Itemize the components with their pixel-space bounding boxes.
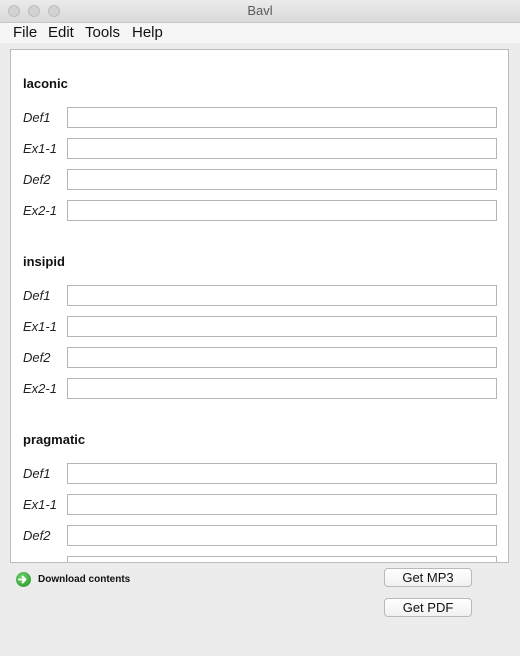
- field-label: Def1: [23, 288, 51, 303]
- field-input[interactable]: [67, 107, 497, 128]
- field-label: Def1: [23, 466, 51, 481]
- get-pdf-button[interactable]: Get PDF: [384, 598, 472, 617]
- field-row: Ex2-1: [11, 200, 508, 222]
- field-input[interactable]: [67, 347, 497, 368]
- field-row: Ex2-1: [11, 378, 508, 400]
- word-heading: laconic: [23, 76, 68, 91]
- field-label: Ex2-1: [23, 381, 57, 396]
- field-input[interactable]: [67, 463, 497, 484]
- menu-file[interactable]: File: [13, 24, 37, 41]
- field-label: Ex1-1: [23, 497, 57, 512]
- field-input[interactable]: [67, 494, 497, 515]
- menu-tools[interactable]: Tools: [85, 24, 120, 41]
- field-row: Def1: [11, 463, 508, 485]
- word-heading: pragmatic: [23, 432, 86, 447]
- download-arrow-icon: [16, 572, 31, 587]
- window-title: Bavl: [247, 3, 273, 18]
- field-row: Ex1-1: [11, 138, 508, 160]
- field-input[interactable]: [67, 138, 497, 159]
- field-label: Ex1-1: [23, 319, 57, 334]
- word-heading: insipid: [23, 254, 65, 269]
- field-row: Def1: [11, 285, 508, 307]
- download-label: Download contents: [38, 574, 131, 585]
- field-label: Ex2-1: [23, 203, 57, 218]
- field-label: Def1: [23, 110, 51, 125]
- field-input[interactable]: [67, 200, 497, 221]
- menu-help[interactable]: Help: [132, 24, 163, 41]
- words-panel[interactable]: laconic Def1 Ex1-1 Def2 Ex2-1 insipid Def1 Ex1-…: [10, 49, 509, 563]
- field-row: Ex1-1: [11, 316, 508, 338]
- title-bar: Bavl: [0, 0, 520, 23]
- field-label: Ex2-1: [23, 559, 57, 562]
- field-input[interactable]: [67, 556, 497, 562]
- field-row: Def1: [11, 107, 508, 129]
- field-label: Def2: [23, 528, 51, 543]
- field-input[interactable]: [67, 378, 497, 399]
- field-label: Def2: [23, 350, 51, 365]
- field-row: Ex2-1: [11, 556, 508, 562]
- menu-bar: File Edit Tools Help: [0, 23, 520, 43]
- get-mp3-button[interactable]: Get MP3: [384, 568, 472, 587]
- field-row: Def2: [11, 169, 508, 191]
- field-input[interactable]: [67, 169, 497, 190]
- field-input[interactable]: [67, 525, 497, 546]
- field-label: Ex1-1: [23, 141, 57, 156]
- field-row: Def2: [11, 347, 508, 369]
- field-input[interactable]: [67, 285, 497, 306]
- field-row: Ex1-1: [11, 494, 508, 516]
- field-label: Def2: [23, 172, 51, 187]
- field-row: Def2: [11, 525, 508, 547]
- menu-edit[interactable]: Edit: [48, 24, 74, 41]
- field-input[interactable]: [67, 316, 497, 337]
